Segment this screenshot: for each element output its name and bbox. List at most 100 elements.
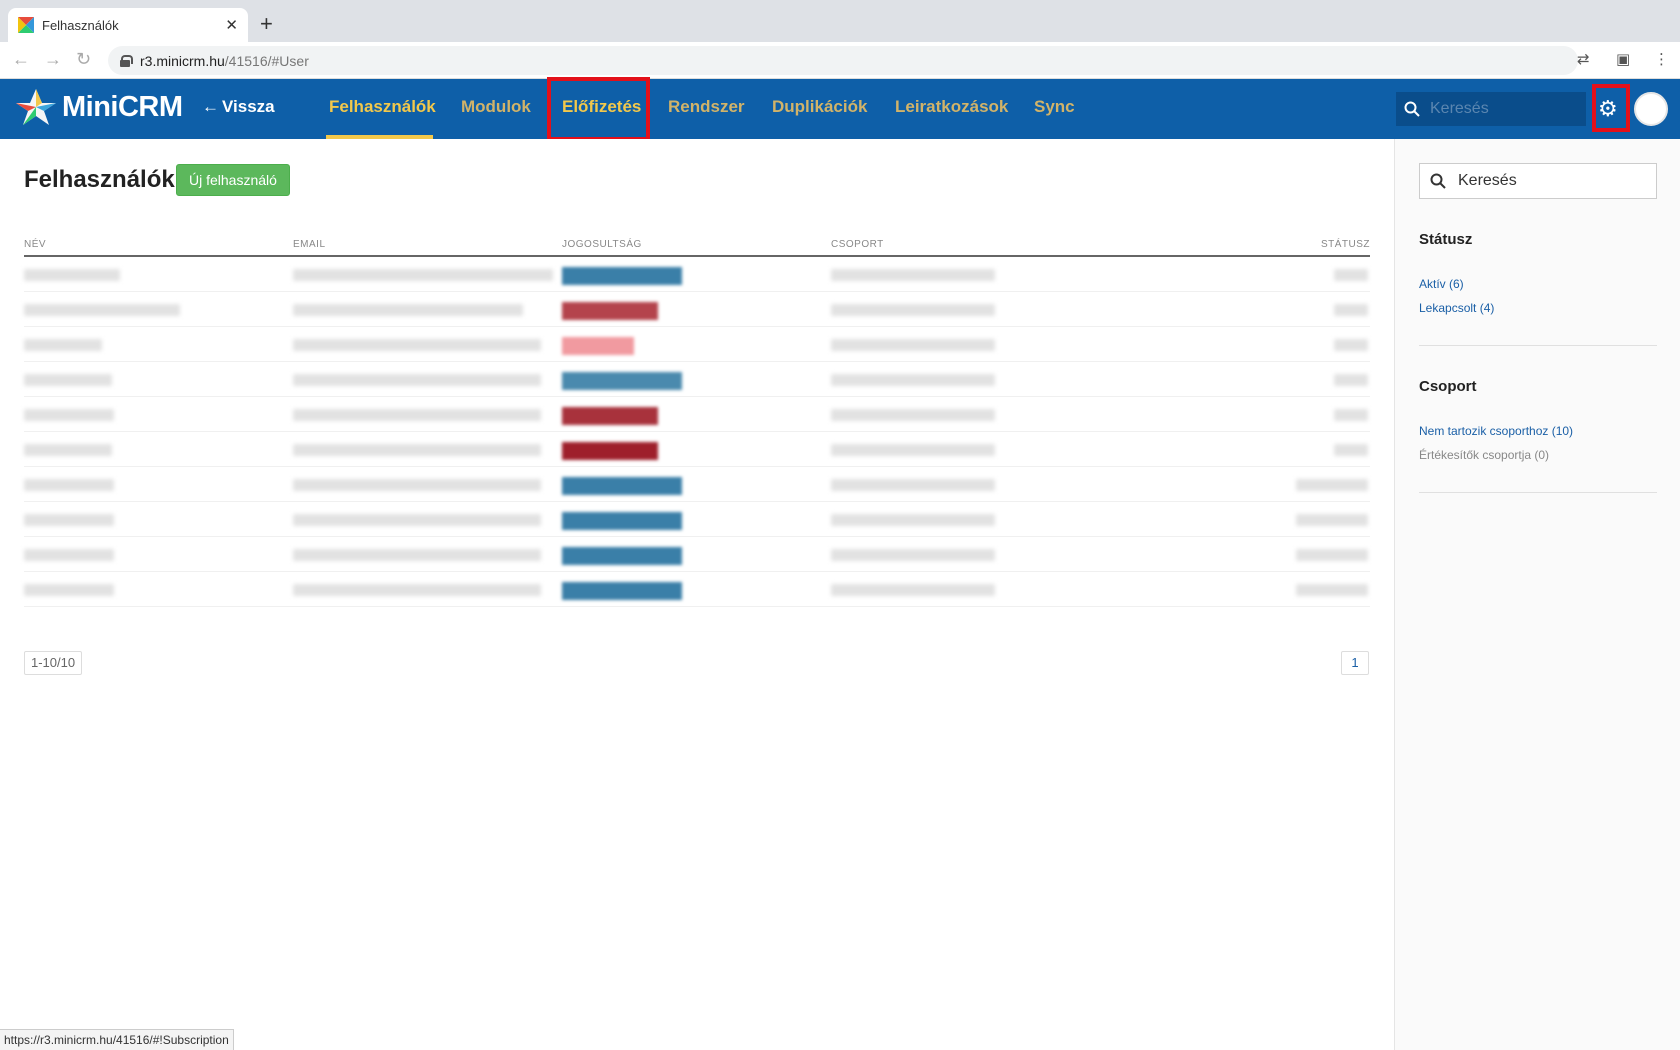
- user-status-redacted: [1296, 584, 1368, 596]
- status-filter-heading: Státusz: [1419, 231, 1473, 248]
- pagination-count: 1-10/10: [24, 651, 83, 675]
- search-icon: [1404, 101, 1420, 117]
- user-name-redacted: [24, 549, 114, 561]
- nav-unsubscribes[interactable]: Leiratkozások: [895, 97, 1008, 117]
- role-badge-redacted: [562, 267, 682, 285]
- back-arrow-icon[interactable]: ←: [12, 49, 30, 69]
- sidebar-search-input[interactable]: Keresés: [1419, 163, 1657, 199]
- user-email-redacted: [293, 549, 541, 561]
- column-header-status[interactable]: STÁTUSZ: [1321, 239, 1370, 250]
- header-search-input[interactable]: Keresés: [1396, 92, 1586, 126]
- status-filter-disabled[interactable]: Lekapcsolt (4): [1419, 301, 1494, 315]
- user-name-redacted: [24, 584, 114, 596]
- user-status-redacted: [1296, 514, 1368, 526]
- column-header-group[interactable]: CSOPORT: [831, 239, 884, 250]
- nav-users[interactable]: Felhasználók: [329, 97, 436, 117]
- user-email-redacted: [293, 374, 541, 386]
- nav-system[interactable]: Rendszer: [668, 97, 745, 117]
- user-name-redacted: [24, 339, 102, 351]
- user-group-redacted: [831, 269, 995, 281]
- user-name-redacted: [24, 479, 114, 491]
- table-row[interactable]: [24, 467, 1370, 502]
- browser-tab[interactable]: Felhasználók ✕: [8, 8, 248, 42]
- sidebar-divider: [1419, 345, 1657, 346]
- user-status-redacted: [1334, 339, 1368, 351]
- user-name-redacted: [24, 444, 112, 456]
- reload-icon[interactable]: ↻: [76, 49, 91, 69]
- group-filter-no-group[interactable]: Nem tartozik csoporthoz (10): [1419, 424, 1573, 438]
- user-group-redacted: [831, 584, 995, 596]
- nav-modules[interactable]: Modulok: [461, 97, 531, 117]
- sidebar-search-placeholder: Keresés: [1458, 172, 1517, 189]
- table-row[interactable]: [24, 432, 1370, 467]
- table-row[interactable]: [24, 502, 1370, 537]
- user-group-redacted: [831, 479, 995, 491]
- pagination-page-button[interactable]: 1: [1341, 651, 1369, 675]
- user-group-redacted: [831, 444, 995, 456]
- minicrm-logo[interactable]: MiniCRM: [16, 87, 183, 127]
- column-header-name[interactable]: NÉV: [24, 239, 46, 250]
- role-badge-redacted: [562, 407, 658, 425]
- forward-arrow-icon[interactable]: →: [44, 49, 62, 69]
- table-row[interactable]: [24, 257, 1370, 292]
- role-badge-redacted: [562, 442, 658, 460]
- user-email-redacted: [293, 304, 523, 316]
- role-badge-redacted: [562, 372, 682, 390]
- user-status-redacted: [1334, 444, 1368, 456]
- group-filter-heading: Csoport: [1419, 378, 1477, 395]
- table-row[interactable]: [24, 292, 1370, 327]
- user-email-redacted: [293, 584, 541, 596]
- table-row[interactable]: [24, 537, 1370, 572]
- avatar[interactable]: [1634, 92, 1668, 126]
- column-header-role[interactable]: JOGOSULTSÁG: [562, 239, 642, 250]
- user-status-redacted: [1296, 549, 1368, 561]
- user-group-redacted: [831, 374, 995, 386]
- role-badge-redacted: [562, 582, 682, 600]
- logo-text: MiniCRM: [62, 90, 183, 123]
- user-status-redacted: [1334, 374, 1368, 386]
- back-link[interactable]: ← Vissza: [202, 97, 275, 117]
- table-row[interactable]: [24, 362, 1370, 397]
- main-content: Felhasználók Új felhasználó NÉV EMAIL JO…: [0, 139, 1394, 1050]
- minicrm-star-logo-icon: [16, 89, 56, 125]
- user-group-redacted: [831, 409, 995, 421]
- minicrm-favicon-icon: [18, 17, 34, 33]
- kebab-menu-icon[interactable]: ⋮: [1654, 50, 1669, 68]
- status-filter-active[interactable]: Aktív (6): [1419, 277, 1464, 291]
- close-tab-icon[interactable]: ✕: [225, 16, 238, 34]
- user-group-redacted: [831, 514, 995, 526]
- role-badge-redacted: [562, 477, 682, 495]
- lock-icon: [120, 54, 133, 67]
- table-body: [24, 257, 1370, 607]
- header-search-placeholder: Keresés: [1430, 100, 1489, 117]
- new-tab-button[interactable]: +: [260, 12, 273, 36]
- translate-icon[interactable]: ⇄: [1577, 50, 1590, 68]
- user-group-redacted: [831, 339, 995, 351]
- gear-icon[interactable]: ⚙: [1598, 96, 1618, 122]
- page-title: Felhasználók: [24, 166, 175, 193]
- table-row[interactable]: [24, 397, 1370, 432]
- clipboard-extension-icon[interactable]: ▣: [1616, 50, 1630, 68]
- tab-title: Felhasználók: [42, 17, 119, 33]
- column-header-email[interactable]: EMAIL: [293, 239, 326, 250]
- browser-tab-strip: Felhasználók ✕ +: [0, 0, 1680, 42]
- nav-sync[interactable]: Sync: [1034, 97, 1075, 117]
- role-badge-redacted: [562, 337, 634, 355]
- role-badge-redacted: [562, 512, 682, 530]
- back-label: Vissza: [222, 97, 275, 116]
- table-row[interactable]: [24, 327, 1370, 362]
- user-status-redacted: [1334, 409, 1368, 421]
- user-group-redacted: [831, 549, 995, 561]
- role-badge-redacted: [562, 547, 682, 565]
- user-email-redacted: [293, 409, 541, 421]
- user-name-redacted: [24, 514, 114, 526]
- address-bar[interactable]: r3.minicrm.hu/41516/#User: [108, 46, 1578, 75]
- user-status-redacted: [1334, 269, 1368, 281]
- nav-duplicates[interactable]: Duplikációk: [772, 97, 867, 117]
- role-badge-redacted: [562, 302, 658, 320]
- table-row[interactable]: [24, 572, 1370, 607]
- new-user-button[interactable]: Új felhasználó: [176, 164, 290, 196]
- group-filter-sales[interactable]: Értékesítők csoportja (0): [1419, 448, 1549, 462]
- user-name-redacted: [24, 269, 120, 281]
- sidebar-divider: [1419, 492, 1657, 493]
